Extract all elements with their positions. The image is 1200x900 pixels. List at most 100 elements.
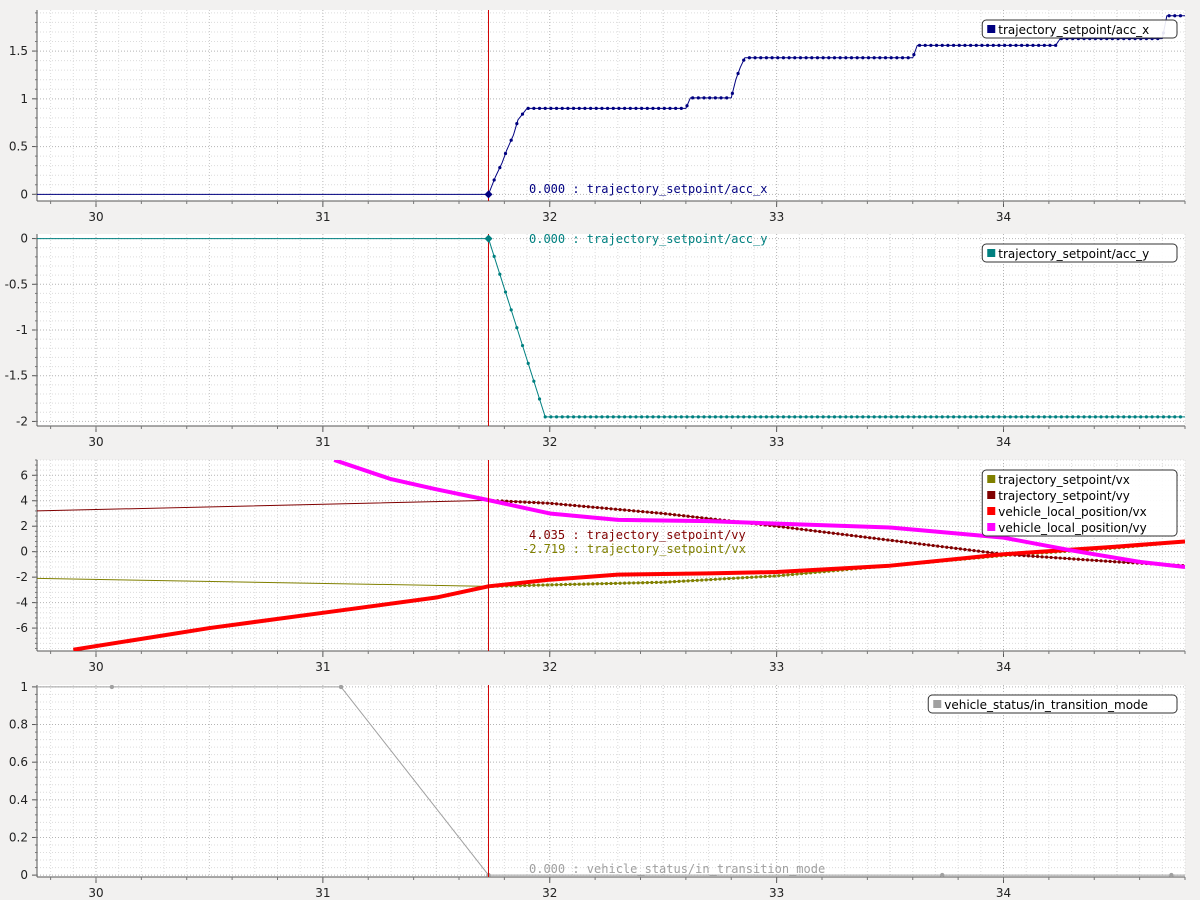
data-point — [1003, 415, 1007, 419]
data-point — [611, 106, 615, 110]
data-point — [1110, 415, 1114, 419]
data-point — [550, 583, 554, 587]
data-point — [1113, 560, 1117, 564]
legend[interactable]: vehicle_status/in_transition_mode — [927, 694, 1178, 714]
data-point — [818, 529, 822, 534]
data-point — [695, 578, 699, 582]
data-point — [863, 535, 867, 539]
data-point — [1072, 557, 1076, 561]
data-point — [663, 580, 668, 584]
data-point — [554, 502, 559, 506]
data-point — [582, 582, 586, 586]
data-point — [1014, 43, 1018, 47]
data-point — [1082, 415, 1086, 419]
data-point — [786, 573, 790, 577]
legend-entry[interactable]: vehicle_status/in_transition_mode — [944, 698, 1148, 712]
legend-entry[interactable]: trajectory_setpoint/vy — [998, 489, 1130, 503]
data-point — [595, 505, 599, 510]
data-point — [109, 685, 115, 690]
data-point — [564, 503, 568, 507]
data-point — [731, 576, 736, 580]
data-point — [1150, 415, 1154, 419]
legend-entry[interactable]: trajectory_setpoint/acc_x — [998, 23, 1149, 37]
data-point — [527, 583, 531, 587]
data-point — [1116, 415, 1120, 419]
legend[interactable]: trajectory_setpoint/acc_x — [981, 19, 1178, 39]
chart-panel-2[interactable]: 0 -0.5 -1 -1.5 -2 30 31 32 33 34 0.000 : trajector… — [5, 232, 1186, 449]
data-point — [940, 415, 944, 419]
x-tick-label: 33 — [769, 435, 784, 449]
data-point — [929, 43, 933, 47]
legend-entry[interactable]: trajectory_setpoint/vx — [998, 473, 1130, 487]
data-point — [781, 415, 786, 419]
data-point — [582, 504, 586, 508]
data-point — [878, 56, 882, 60]
data-point — [654, 511, 658, 515]
legend[interactable]: trajectory_setpoint/vx trajectory_setpoin… — [981, 469, 1178, 537]
data-point — [940, 872, 945, 877]
y-tick-label: 6 — [20, 468, 28, 482]
data-point — [815, 56, 820, 60]
legend[interactable]: trajectory_setpoint/acc_y — [981, 243, 1178, 263]
data-point — [559, 583, 563, 587]
data-point — [594, 415, 598, 419]
data-point — [700, 578, 704, 582]
data-point — [532, 583, 536, 587]
data-point — [742, 415, 746, 419]
data-point — [855, 415, 859, 419]
y-tick-label: 1.5 — [9, 44, 28, 58]
chart-panel-1[interactable]: 0 0.5 1 1.5 30 31 32 33 34 0.000 : trajectory_set… — [9, 10, 1186, 224]
x-tick-label: 34 — [996, 886, 1011, 900]
y-tick-label: 2 — [20, 519, 28, 533]
data-point — [672, 513, 677, 517]
data-point — [895, 539, 899, 543]
data-point — [913, 541, 917, 545]
y-tick-label: 0 — [20, 232, 28, 246]
data-point — [836, 532, 840, 536]
data-point — [1173, 415, 1177, 419]
data-point — [838, 415, 842, 419]
data-point — [617, 415, 621, 419]
data-point — [657, 415, 661, 419]
data-point — [917, 43, 922, 47]
legend-entry[interactable]: vehicle_local_position/vx — [998, 505, 1146, 519]
cursor-readout: 0.000 : trajectory_setpoint/acc_x — [529, 182, 767, 196]
data-point — [600, 506, 604, 510]
data-point — [628, 106, 632, 110]
data-point — [564, 582, 568, 587]
data-point — [1020, 415, 1024, 419]
data-point — [1081, 557, 1085, 562]
data-point — [759, 575, 763, 579]
data-point — [736, 415, 740, 419]
data-point — [554, 583, 559, 587]
data-point — [770, 56, 774, 60]
data-point — [804, 56, 808, 60]
data-point — [634, 415, 638, 419]
x-tick-label: 33 — [769, 886, 784, 900]
chart-panel-4[interactable]: 1 0.8 0.6 0.4 0.2 0 30 31 32 33 34 0.000 : vehicle_… — [9, 680, 1186, 900]
plot-juggler-charts[interactable]: 0 0.5 1 1.5 30 31 32 33 34 0.000 : trajectory_set… — [0, 0, 1200, 900]
data-point — [951, 43, 956, 47]
data-point — [709, 577, 713, 582]
data-point — [543, 106, 547, 110]
legend-swatch — [933, 700, 942, 708]
y-tick-label: -2 — [16, 570, 28, 584]
x-tick-label: 31 — [315, 210, 330, 224]
x-tick-label: 34 — [996, 210, 1011, 224]
data-point — [1076, 415, 1080, 419]
data-point — [509, 138, 513, 142]
data-point — [1054, 415, 1058, 419]
y-tick-label: 0.5 — [9, 140, 28, 154]
data-point — [632, 581, 636, 585]
data-point — [969, 43, 973, 47]
data-point — [1099, 559, 1103, 563]
data-point — [997, 43, 1001, 47]
legend-entry[interactable]: trajectory_setpoint/acc_y — [998, 247, 1149, 261]
data-point — [1173, 14, 1177, 18]
data-point — [1063, 556, 1067, 560]
data-point — [727, 576, 731, 581]
data-point — [1071, 415, 1075, 419]
chart-panel-3[interactable]: 6 4 2 0 -2 -4 -6 30 31 32 33 34 4.035 : trajectory_s… — [16, 459, 1186, 674]
legend-entry[interactable]: vehicle_local_position/vy — [998, 521, 1146, 535]
data-point — [628, 415, 632, 419]
